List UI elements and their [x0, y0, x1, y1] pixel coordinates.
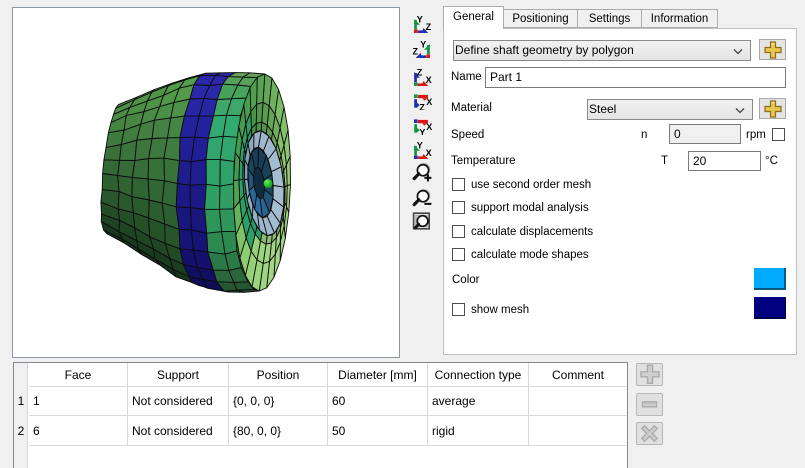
svg-text:Z: Z: [419, 102, 425, 110]
svg-text:Z: Z: [413, 47, 419, 57]
svg-text:Y: Y: [417, 15, 423, 25]
svg-text:X: X: [426, 97, 432, 107]
svg-text:Y: Y: [419, 127, 425, 135]
svg-text:Y: Y: [417, 141, 423, 151]
svg-text:X: X: [426, 75, 432, 85]
svg-text:Y: Y: [420, 40, 426, 50]
svg-text:X: X: [426, 148, 432, 158]
svg-text:X: X: [426, 122, 432, 132]
svg-text:Z: Z: [426, 22, 432, 32]
svg-text:Z: Z: [417, 68, 423, 78]
